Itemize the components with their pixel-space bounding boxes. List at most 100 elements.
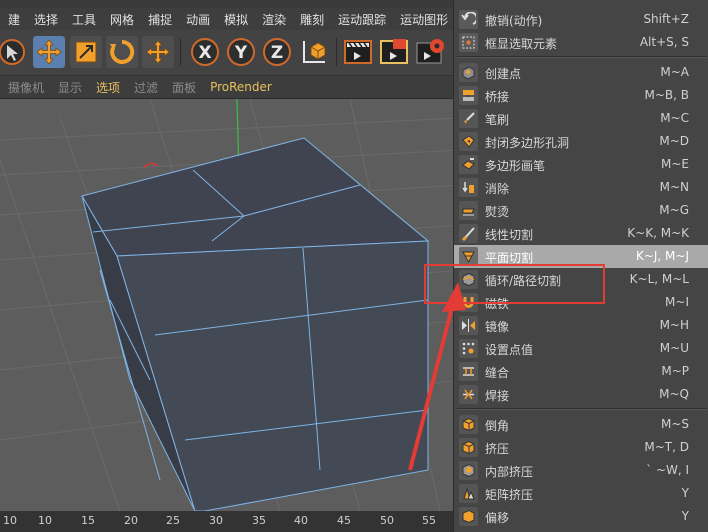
menu-item-shortcut: Alt+S, S [639, 35, 689, 49]
menu-item-create-point[interactable]: 创建点 M~A [454, 61, 708, 84]
menu-sculpt[interactable]: 雕刻 [300, 11, 324, 28]
menu-item-label: 挤压 [485, 442, 510, 456]
timeline-ruler[interactable]: 10 10 15 20 25 30 35 40 45 50 55 [0, 511, 460, 532]
matrix-extrude-icon [459, 484, 478, 503]
3d-viewport[interactable] [0, 99, 460, 511]
menu-tools[interactable]: 工具 [72, 11, 96, 28]
move-tool-button[interactable] [33, 36, 65, 68]
lock-x-button[interactable]: X [189, 36, 221, 68]
menu-item-frame-selected[interactable]: 框显选取元素 Alt+S, S [454, 31, 708, 54]
menu-item-brush[interactable]: 笔刷 M~C [454, 107, 708, 130]
menu-item-offset[interactable]: 偏移 Y [454, 505, 708, 528]
frame-selected-icon [459, 33, 478, 52]
menu-render[interactable]: 渲染 [262, 11, 286, 28]
menu-item-label: 框显选取元素 [485, 37, 558, 51]
timeline-tick: 15 [81, 514, 95, 527]
polygon-pen-icon [459, 155, 478, 174]
dissolve-icon [459, 178, 478, 197]
menu-item-label: 笔刷 [485, 113, 510, 127]
menu-item-stitch[interactable]: 缝合 M~P [454, 360, 708, 383]
menu-mesh[interactable]: 网格 [110, 11, 134, 28]
menu-item-label: 封闭多边形孔洞 [485, 136, 570, 150]
timeline-tick: 40 [294, 514, 308, 527]
viewport-menu-filter[interactable]: 过滤 [134, 79, 158, 96]
menu-item-shortcut: M~G [659, 203, 689, 217]
menu-item-label: 内部挤压 [485, 465, 534, 479]
menu-build[interactable]: 建 [8, 11, 20, 28]
menu-simulate[interactable]: 模拟 [224, 11, 248, 28]
scale-tool-button[interactable] [70, 36, 102, 68]
menu-item-shortcut: M~H [659, 318, 689, 332]
menu-item-dissolve[interactable]: 消除 M~N [454, 176, 708, 199]
menu-item-weld[interactable]: 焊接 M~Q [454, 383, 708, 406]
menu-item-set-point-value[interactable]: 设置点值 M~U [454, 337, 708, 360]
undo-icon [459, 10, 478, 29]
menu-separator [457, 56, 707, 58]
close-hole-icon [459, 132, 478, 151]
menu-item-matrix-extrude[interactable]: 矩阵挤压 Y [454, 482, 708, 505]
viewport-menu-display[interactable]: 显示 [58, 79, 82, 96]
menu-item-label: 倒角 [485, 419, 510, 433]
menu-item-shortcut: M~N [659, 180, 689, 194]
menu-item-shortcut: M~E [661, 157, 689, 171]
viewport-menubar: 摄像机 显示 选项 过滤 面板 ProRender [0, 76, 460, 99]
rotate-tool-button[interactable] [106, 36, 138, 68]
viewport-menu-prorender[interactable]: ProRender [210, 80, 272, 94]
menu-item-bevel[interactable]: 倒角 M~S [454, 413, 708, 436]
menu-item-extrude-inner[interactable]: 内部挤压 ` ~W, I [454, 459, 708, 482]
menu-snap[interactable]: 捕捉 [148, 11, 172, 28]
render-picture-icon [380, 39, 408, 64]
line-cut-icon [459, 224, 478, 243]
timeline-tick: 30 [209, 514, 223, 527]
menu-item-shortcut: M~Q [659, 387, 689, 401]
lock-y-button[interactable]: Y [225, 36, 257, 68]
timeline-tick: 10 [3, 514, 17, 527]
menu-item-extrude[interactable]: 挤压 M~T, D [454, 436, 708, 459]
toolbar-divider [336, 38, 337, 66]
last-tool-button[interactable] [142, 36, 174, 68]
render-picture-viewer-button[interactable] [378, 36, 410, 68]
main-toolbar: X Y Z [0, 30, 460, 76]
render-settings-button[interactable] [414, 36, 446, 68]
timeline-tick: 45 [337, 514, 351, 527]
coordinate-system-button[interactable] [298, 36, 330, 68]
viewport-menu-camera[interactable]: 摄像机 [8, 79, 44, 96]
menu-item-close-polygon-hole[interactable]: 封闭多边形孔洞 M~D [454, 130, 708, 153]
bridge-icon [459, 86, 478, 105]
toolbar-divider [180, 38, 181, 66]
title-bar [0, 0, 460, 8]
timeline-tick: 50 [380, 514, 394, 527]
menu-mograph[interactable]: 运动图形 [400, 11, 448, 28]
menu-motion-tracking[interactable]: 运动跟踪 [338, 11, 386, 28]
menu-separator [457, 408, 707, 410]
select-tool-button[interactable] [0, 36, 28, 68]
viewport-menu-panel[interactable]: 面板 [172, 79, 196, 96]
brush-icon [459, 109, 478, 128]
cube-mesh[interactable] [81, 137, 430, 511]
move-icon [146, 40, 170, 64]
viewport-menu-options[interactable]: 选项 [96, 79, 120, 96]
menu-select[interactable]: 选择 [34, 11, 58, 28]
offset-icon [459, 507, 478, 526]
menu-item-label: 线性切割 [485, 228, 534, 242]
menu-item-iron[interactable]: 熨烫 M~G [454, 199, 708, 222]
menu-item-undo[interactable]: 撤销(动作) Shift+Z [454, 8, 708, 31]
menu-item-bridge[interactable]: 桥接 M~B, B [454, 84, 708, 107]
menu-item-label: 焊接 [485, 389, 510, 403]
menu-item-shortcut: M~P [661, 364, 689, 378]
menu-item-mirror[interactable]: 镜像 M~H [454, 314, 708, 337]
axis-z-icon: Z [263, 38, 291, 66]
axis-y-label: Y [234, 43, 248, 63]
menu-item-line-cut[interactable]: 线性切割 K~K, M~K [454, 222, 708, 245]
menu-item-polygon-pen[interactable]: 多边形画笔 M~E [454, 153, 708, 176]
menu-item-shortcut: M~D [659, 134, 689, 148]
menu-item-label: 缝合 [485, 366, 510, 380]
menu-item-label: 熨烫 [485, 205, 510, 219]
render-view-button[interactable] [342, 36, 374, 68]
bevel-icon [459, 415, 478, 434]
lock-z-button[interactable]: Z [261, 36, 293, 68]
timeline-tick: 10 [38, 514, 52, 527]
coordinate-system-icon [303, 41, 326, 63]
menu-animate[interactable]: 动画 [186, 11, 210, 28]
menu-item-label: 设置点值 [485, 343, 534, 357]
